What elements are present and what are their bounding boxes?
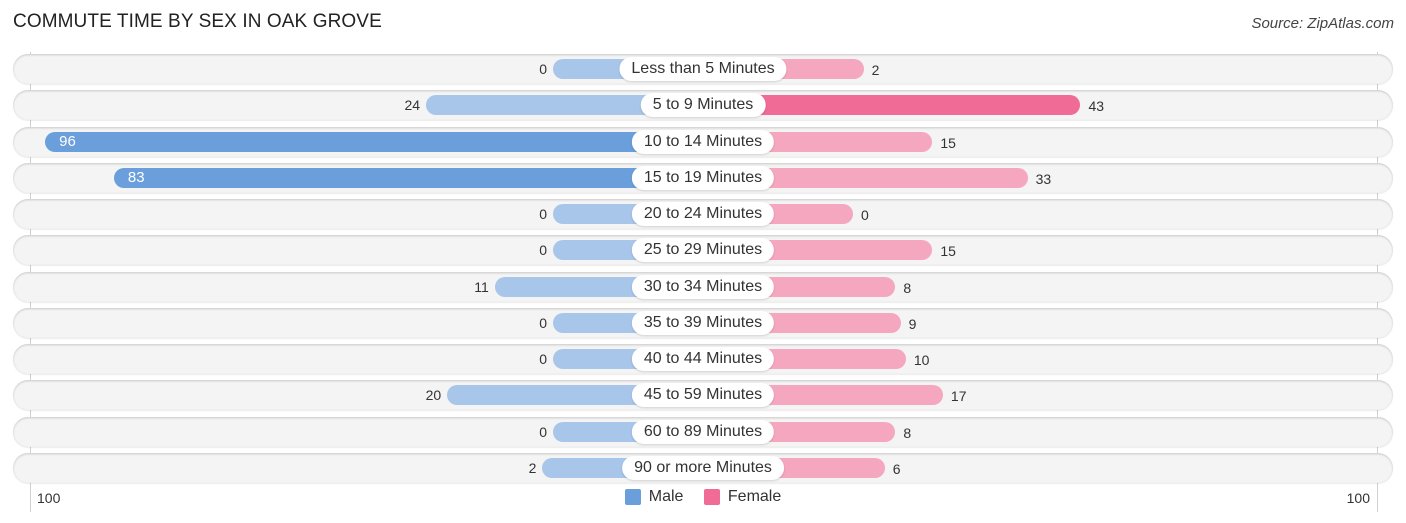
value-label-female: 6 [892,460,901,477]
value-label-male: 2 [528,459,537,476]
value-label-male: 0 [539,423,547,440]
bar-male[interactable] [113,167,703,188]
value-label-female: 43 [1088,98,1105,115]
value-label-female: 8 [903,279,912,296]
value-label-male: 20 [425,387,442,404]
legend-item-male[interactable]: Male [624,488,684,506]
category-label: 25 to 29 Minutes [631,238,775,263]
category-label: 40 to 44 Minutes [631,347,775,371]
source-label: Source: ZipAtlas.com [1251,15,1394,32]
bar-male[interactable] [45,131,703,152]
value-label-female: 15 [940,243,956,260]
category-label: 15 to 19 Minutes [631,165,775,190]
value-label-female: 17 [950,388,967,405]
category-label: 90 or more Minutes [622,455,784,480]
category-label: 35 to 39 Minutes [631,310,775,335]
value-label-male: 0 [539,351,547,367]
category-label: 10 to 14 Minutes [631,129,775,154]
legend-label-female: Female [727,488,782,505]
value-label-female: 8 [903,424,912,441]
value-label-female: 2 [871,62,880,78]
value-label-male: 0 [539,314,547,331]
value-label-male: 0 [539,242,547,259]
category-label: 20 to 24 Minutes [631,202,775,226]
legend-label-male: Male [648,488,684,505]
legend-swatch-male [624,489,641,505]
value-label-male: 0 [539,206,547,222]
value-label-male: 11 [474,278,489,295]
category-label: 60 to 89 Minutes [631,419,775,444]
category-label: 45 to 59 Minutes [631,383,775,408]
value-label-female: 0 [861,207,869,223]
category-label: Less than 5 Minutes [619,57,787,81]
value-label-female: 33 [1035,170,1052,187]
value-label-female: 10 [913,352,930,368]
value-label-male: 96 [59,132,76,150]
value-label-male: 83 [127,168,145,186]
category-label: 5 to 9 Minutes [640,93,766,118]
value-label-female: 9 [908,315,917,332]
legend-item-female[interactable]: Female [703,488,782,506]
value-label-male: 0 [539,61,547,77]
legend-swatch-female [703,489,720,505]
legend: Male Female [0,488,1406,510]
chart-title: COMMUTE TIME BY SEX IN OAK GROVE [13,11,382,32]
category-label: 30 to 34 Minutes [631,274,775,299]
value-label-male: 24 [404,97,421,114]
value-label-female: 15 [940,134,956,151]
